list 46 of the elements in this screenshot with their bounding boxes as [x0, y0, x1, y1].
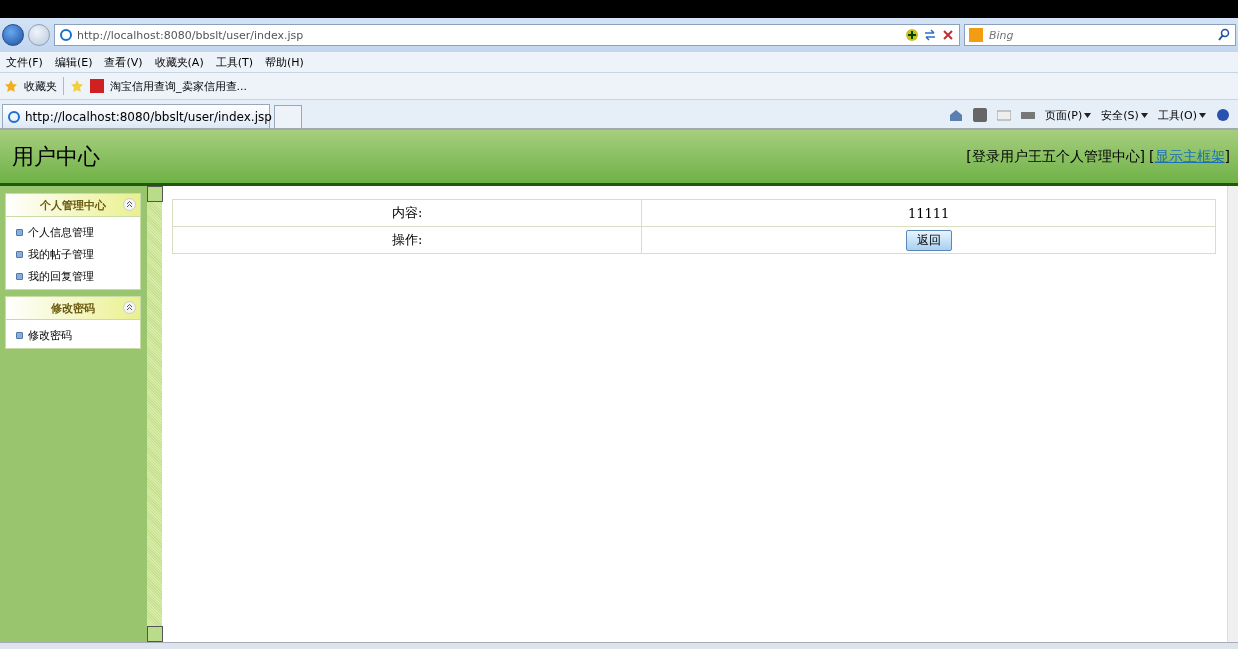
toolbar-menu[interactable]: 安全(S): [1101, 107, 1139, 123]
menu-item[interactable]: 编辑(E): [48, 54, 99, 70]
sidebar-link[interactable]: 个人信息管理: [28, 224, 94, 240]
menu-item[interactable]: 工具(T): [209, 54, 259, 70]
scrollbar[interactable]: [1227, 186, 1238, 642]
value-cell: 11111: [641, 199, 1216, 227]
collapse-icon[interactable]: [123, 301, 136, 314]
sidebar-link[interactable]: 修改密码: [28, 327, 72, 343]
bullet-icon: [16, 272, 23, 280]
panel-title: 修改密码: [51, 300, 95, 316]
refresh-icon[interactable]: [923, 28, 937, 42]
page-title: 用户中心: [12, 142, 100, 171]
caret-icon[interactable]: [1084, 112, 1092, 118]
home-icon[interactable]: [948, 108, 963, 122]
menu-item[interactable]: 文件(F): [0, 54, 49, 70]
menu-item[interactable]: 收藏夹(A): [148, 54, 210, 70]
menu-item[interactable]: 查看(V): [98, 54, 149, 70]
search-icon[interactable]: [1217, 28, 1231, 42]
bracket-text: [: [1149, 147, 1155, 166]
caret-icon[interactable]: [1140, 112, 1148, 118]
favorites-button[interactable]: 收藏夹: [24, 78, 57, 94]
caret-icon[interactable]: [1199, 112, 1206, 118]
label-cell: 操作:: [172, 226, 642, 254]
star-icon[interactable]: [4, 79, 18, 93]
resize-handle[interactable]: [147, 626, 163, 642]
bullet-icon: [16, 331, 23, 339]
search-box[interactable]: Bing: [964, 24, 1236, 46]
close-icon[interactable]: [941, 28, 955, 42]
menu-item[interactable]: 帮助(H): [259, 54, 310, 70]
panel-title: 个人管理中心: [40, 197, 106, 213]
bullet-icon: [16, 250, 23, 258]
collapse-button[interactable]: [147, 186, 163, 202]
sidebar-link[interactable]: 我的帖子管理: [28, 246, 94, 262]
address-field[interactable]: http://localhost:8080/bbslt/user/index.jsp: [54, 24, 960, 46]
toolbar-menu[interactable]: 工具(O): [1157, 107, 1197, 123]
login-info: [登录用户王五个人管理中心]: [966, 147, 1146, 166]
add-icon[interactable]: [905, 28, 919, 42]
sidebar-link[interactable]: 我的回复管理: [28, 268, 94, 284]
toolbar-menu[interactable]: 页面(P): [1044, 107, 1083, 123]
bullet-icon: [16, 228, 23, 236]
label-cell: 内容:: [172, 199, 642, 227]
collapse-icon[interactable]: [123, 198, 136, 211]
favorite-link[interactable]: 淘宝信用查询_卖家信用查...: [110, 78, 247, 94]
browser-tab[interactable]: http://localhost:8080/bbslt/user/index.jsp: [2, 104, 270, 128]
bracket-text: ]: [1224, 147, 1230, 166]
back-button[interactable]: 返回: [905, 229, 952, 251]
